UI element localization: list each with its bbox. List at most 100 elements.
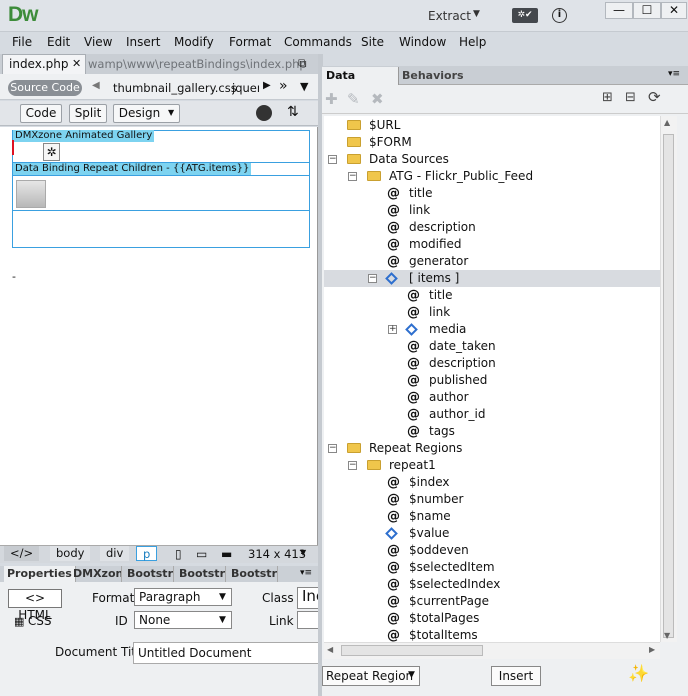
tree-item[interactable]: @ $totalItems (324, 627, 660, 642)
scroll-up-icon[interactable]: ▲ (664, 118, 670, 127)
collapse-icon[interactable]: − (348, 461, 357, 470)
insert-type-select[interactable]: Repeat Region (322, 666, 420, 686)
tree-item[interactable]: @ tags (324, 423, 660, 440)
restore-document-icon[interactable]: ⧉ (298, 56, 307, 71)
tab-dmxzone[interactable]: DMXzone (70, 566, 122, 582)
tree-item[interactable]: @ $oddeven (324, 542, 660, 559)
menu-edit[interactable]: Edit (47, 35, 70, 49)
code-view-button[interactable]: Code (20, 104, 62, 123)
minimize-button[interactable]: — (605, 2, 633, 19)
class-select[interactable]: Inc (297, 587, 319, 609)
tab-data-bindings[interactable]: Data Bindings (322, 67, 399, 100)
tree-item[interactable]: @ generator (324, 253, 660, 270)
menu-help[interactable]: Help (459, 35, 486, 49)
link-input[interactable] (297, 611, 319, 629)
menu-format[interactable]: Format (229, 35, 271, 49)
tree-item[interactable]: @ published (324, 372, 660, 389)
scroll-down-icon[interactable]: ▼ (664, 631, 670, 640)
filter-icon[interactable]: ▼ (300, 80, 308, 93)
id-dropdown-icon[interactable]: ▼ (219, 615, 226, 625)
desktop-size-icon[interactable]: ▬ (221, 547, 232, 561)
tree-item[interactable]: @ link (324, 304, 660, 321)
tree-item[interactable]: + media (324, 321, 660, 338)
preview-in-browser-icon[interactable] (256, 105, 272, 121)
tree-item[interactable]: @ $selectedIndex (324, 576, 660, 593)
window-size[interactable]: 314 x 413 (248, 547, 306, 561)
tab-bootstrap-3[interactable]: Bootstrap (228, 566, 278, 582)
tab-bootstrap-1[interactable]: Bootstrap (124, 566, 174, 582)
tab-bootstrap-2[interactable]: Bootstrap (176, 566, 226, 582)
file-transfer-icon[interactable]: ⇅ (287, 104, 299, 120)
info-icon[interactable]: i (552, 8, 567, 23)
caret-down-icon[interactable]: ▼ (473, 9, 480, 19)
tree-item[interactable]: @ $index (324, 474, 660, 491)
collapse-icon[interactable]: − (368, 274, 377, 283)
tag-body[interactable]: body (50, 546, 91, 561)
format-select[interactable]: Paragraph (134, 588, 232, 606)
menu-file[interactable]: File (12, 35, 32, 49)
delete-binding-icon[interactable]: ✖ (371, 90, 384, 108)
close-window-button[interactable]: ✕ (661, 2, 687, 19)
tree-item[interactable]: − ATG - Flickr_Public_Feed (324, 168, 660, 185)
id-select[interactable]: None (134, 611, 232, 629)
tree-item[interactable]: @ link (324, 202, 660, 219)
tree-item[interactable]: @ description (324, 219, 660, 236)
tree-item[interactable]: @ $currentPage (324, 593, 660, 610)
tree-item[interactable]: $URL (324, 117, 660, 134)
document-title-input[interactable]: Untitled Document (133, 642, 319, 664)
tree-item[interactable]: @ author (324, 389, 660, 406)
tree-item[interactable]: − [ items ] (324, 270, 660, 287)
tablet-size-icon[interactable]: ▭ (196, 547, 207, 561)
tree-item[interactable]: − repeat1 (324, 457, 660, 474)
magic-wand-icon[interactable]: ✨ (628, 664, 649, 684)
refresh-icon[interactable]: ⟳ (648, 88, 661, 106)
tab-behaviors[interactable]: Behaviors (402, 67, 464, 85)
tree-item[interactable]: $value (324, 525, 660, 542)
image-placeholder-icon[interactable] (16, 180, 46, 208)
edit-binding-icon[interactable]: ✎ (347, 90, 360, 108)
tree-item[interactable]: @ title (324, 185, 660, 202)
menu-insert[interactable]: Insert (126, 35, 160, 49)
panel-options-icon[interactable]: ▾≡ (668, 69, 680, 79)
collapse-icon[interactable]: − (328, 444, 337, 453)
scroll-right-icon[interactable]: ▶ (649, 645, 655, 654)
close-tab-icon[interactable]: ✕ (72, 57, 81, 70)
panel-options-icon[interactable]: ▾≡ (300, 568, 312, 578)
css-mode-button[interactable]: ▦ CSS (14, 614, 52, 628)
split-view-button[interactable]: Split (69, 104, 107, 123)
tree-item[interactable]: @ $selectedItem (324, 559, 660, 576)
collapse-icon[interactable]: − (328, 155, 337, 164)
scroll-left-icon[interactable]: ◀ (327, 645, 333, 654)
tree-item[interactable]: $FORM (324, 134, 660, 151)
menu-window[interactable]: Window (399, 35, 446, 49)
window-size-dropdown-icon[interactable]: ▼ (300, 548, 306, 557)
format-dropdown-icon[interactable]: ▼ (219, 592, 226, 602)
scroll-right-icon[interactable]: ▶ (263, 80, 271, 91)
horizontal-scrollbar-thumb[interactable] (341, 645, 483, 656)
workspace-switcher[interactable]: Extract (428, 9, 471, 23)
tag-p[interactable]: p (136, 546, 158, 561)
tree-item[interactable]: @ $number (324, 491, 660, 508)
code-tag-icon[interactable]: </> (4, 546, 40, 561)
paragraph-text[interactable]: - (12, 270, 16, 283)
insert-button[interactable]: Insert (491, 666, 541, 686)
tree-item[interactable]: − Data Sources (324, 151, 660, 168)
collapse-icon[interactable]: − (348, 172, 357, 181)
vertical-scrollbar-thumb[interactable] (663, 134, 674, 638)
design-view-dropdown-icon[interactable]: ▼ (168, 108, 174, 117)
related-file-css[interactable]: thumbnail_gallery.css (113, 81, 237, 95)
related-file-jquery[interactable]: jquer (232, 81, 259, 95)
tree-item[interactable]: @ title (324, 287, 660, 304)
mobile-size-icon[interactable]: ▯ (175, 547, 182, 561)
more-files-icon[interactable]: » (279, 78, 288, 94)
menu-view[interactable]: View (84, 35, 112, 49)
menu-site[interactable]: Site (361, 35, 384, 49)
tree-item[interactable]: − Repeat Regions (324, 440, 660, 457)
menu-modify[interactable]: Modify (174, 35, 214, 49)
maximize-button[interactable]: ☐ (633, 2, 661, 19)
insert-type-dropdown-icon[interactable]: ▼ (408, 670, 415, 680)
tree-item[interactable]: @ description (324, 355, 660, 372)
scroll-left-icon[interactable]: ◀ (92, 80, 100, 91)
tree-item[interactable]: @ author_id (324, 406, 660, 423)
expand-icon[interactable]: + (388, 325, 397, 334)
